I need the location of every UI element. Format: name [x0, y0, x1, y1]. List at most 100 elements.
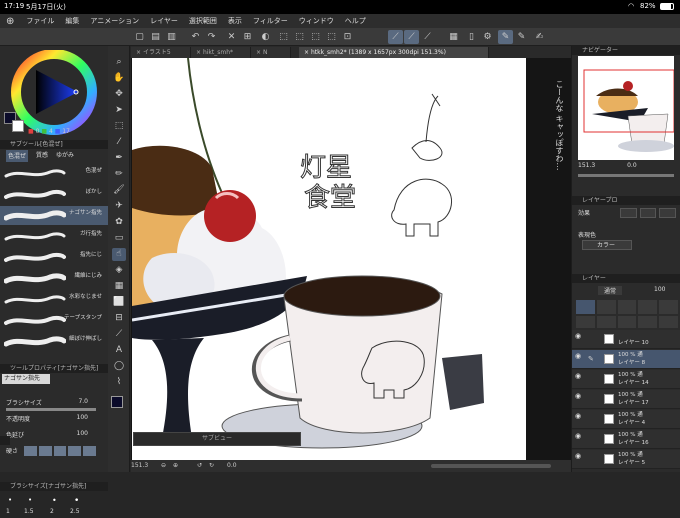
mask-icon[interactable] — [638, 300, 658, 314]
text-tool-icon[interactable]: A — [112, 344, 126, 357]
brush-preset-dot[interactable]: • — [74, 496, 79, 506]
new-vector-icon[interactable] — [596, 316, 616, 328]
menu-window[interactable]: ウィンドウ — [299, 16, 334, 26]
brush-item[interactable]: 色混ぜ — [0, 164, 108, 183]
transform-icon[interactable]: ⊞ — [240, 30, 255, 44]
brush-size-preset-2[interactable]: 1.5 — [24, 508, 34, 515]
figure-tool-icon[interactable]: ⬜ — [112, 296, 126, 309]
pencil-tool-icon[interactable]: ✏ — [112, 168, 126, 181]
brush-item[interactable]: ぼかし — [0, 185, 108, 204]
brush-item[interactable]: 指先にじ — [0, 248, 108, 267]
tab-htkk-smh2[interactable]: × htkk_smh2* (1389 x 1657px 300dpi 151.3… — [299, 47, 489, 58]
smartphone-icon[interactable]: ▯ — [464, 30, 479, 44]
tool-main-color[interactable] — [111, 396, 123, 408]
deselect-icon[interactable]: ⬚ — [276, 30, 291, 44]
menu-edit[interactable]: 編集 — [65, 16, 79, 26]
brush-size-slider[interactable] — [6, 408, 96, 411]
brush-tool-icon[interactable]: 🖌 — [112, 184, 126, 197]
delete-layer-icon[interactable] — [659, 316, 678, 328]
eye-icon[interactable]: ◉ — [575, 353, 583, 360]
fill-icon[interactable]: ◐ — [258, 30, 273, 44]
new-layer-icon[interactable] — [576, 300, 595, 314]
crop-icon[interactable]: ⊡ — [340, 30, 355, 44]
correct-line-tool-icon[interactable]: ⌇ — [112, 376, 126, 389]
menu-help[interactable]: ヘルプ — [345, 16, 366, 26]
layer-opacity-value[interactable]: 100 — [654, 286, 665, 293]
rotate-right-icon[interactable]: ↻ — [209, 462, 214, 469]
pen-tool-icon[interactable]: ✒ — [112, 152, 126, 165]
decoration-tool-icon[interactable]: ✿ — [112, 216, 126, 229]
balloon-tool-icon[interactable]: ◯ — [112, 360, 126, 373]
canvas-paper[interactable]: 灯星 食堂 — [132, 58, 526, 460]
expand-selection-icon[interactable]: ⬚ — [308, 30, 323, 44]
hardness-selector[interactable] — [24, 446, 96, 456]
clip-icon[interactable] — [596, 300, 616, 314]
tab-n[interactable]: × N — [251, 47, 291, 58]
fill-tool-icon[interactable]: ◈ — [112, 264, 126, 277]
zoom-value[interactable]: 151.3 — [131, 462, 148, 469]
navigator-preview[interactable] — [578, 56, 674, 160]
layer-row[interactable]: ◉ 100 % 通レイヤー 17 — [572, 390, 680, 409]
save-icon[interactable]: ▥ — [164, 30, 179, 44]
rotate-left-icon[interactable]: ↺ — [197, 462, 202, 469]
pen-pressure-icon[interactable]: ✎ — [498, 30, 513, 44]
close-icon[interactable]: × — [304, 49, 311, 56]
merge-down-icon[interactable] — [638, 316, 658, 328]
brush-item[interactable]: ナゴサン指先 — [0, 206, 108, 225]
navigator-angle[interactable]: 0.0 — [627, 162, 637, 169]
airbrush-tool-icon[interactable]: ✈ — [112, 200, 126, 213]
clear-icon[interactable]: ✕ — [224, 30, 239, 44]
blend-tool-icon[interactable]: ☝ — [112, 248, 126, 261]
lock-icon[interactable] — [617, 300, 637, 314]
menu-file[interactable]: ファイル — [26, 16, 54, 26]
navigator-zoom-slider[interactable] — [578, 174, 674, 177]
ruler-tool-icon[interactable]: ⟋ — [112, 328, 126, 341]
close-icon[interactable]: × — [196, 49, 203, 56]
display-color-select[interactable]: カラー — [582, 240, 632, 250]
brush-item[interactable]: 細ぼけ伸ばし — [0, 332, 108, 351]
menu-animation[interactable]: アニメーション — [90, 16, 139, 26]
settings-icon[interactable]: ⚙ — [480, 30, 495, 44]
layer-row[interactable]: ◉ ✎ 100 % 通レイヤー 8 — [572, 350, 680, 369]
new-folder-icon[interactable] — [617, 316, 637, 328]
menu-selection[interactable]: 選択範囲 — [189, 16, 217, 26]
zoom-tool-icon[interactable]: ⌕ — [112, 56, 126, 69]
frame-tool-icon[interactable]: ⊟ — [112, 312, 126, 325]
eraser-tool-icon[interactable]: ▭ — [112, 232, 126, 245]
navigator-zoom[interactable]: 151.3 — [578, 162, 595, 169]
layer-row[interactable]: ◉ 100 % 通レイヤー 4 — [572, 410, 680, 429]
close-icon[interactable]: × — [256, 49, 263, 56]
layer-row[interactable]: ◉ 100 % 通レイヤー 16 — [572, 430, 680, 449]
eye-icon[interactable]: ◉ — [575, 393, 583, 400]
hand-tool-icon[interactable]: ✋ — [112, 72, 126, 85]
selection-tool-icon[interactable]: ⬚ — [112, 120, 126, 133]
grid-snap-icon[interactable]: ⟋ — [420, 30, 435, 44]
brush-preset-dot[interactable]: • — [28, 496, 32, 504]
redo-icon[interactable]: ↷ — [204, 30, 219, 44]
brush-item[interactable]: 繊維にじみ — [0, 269, 108, 288]
special-ruler-snap-icon[interactable]: ⟋ — [404, 30, 419, 44]
new-canvas-icon[interactable]: ▢ — [132, 30, 147, 44]
layer-row[interactable]: ◉ 100 % 通レイヤー 5 — [572, 450, 680, 469]
move-tool-icon[interactable]: ✥ — [112, 88, 126, 101]
horizontal-scrollbar[interactable] — [431, 464, 551, 468]
angle-value[interactable]: 0.0 — [227, 462, 237, 469]
eye-icon[interactable]: ◉ — [575, 373, 583, 380]
eye-icon[interactable]: ◉ — [575, 413, 583, 420]
layer-menu-icon[interactable] — [659, 300, 678, 314]
layer-row[interactable]: ◉ 100 % 通レイヤー 14 — [572, 370, 680, 389]
layer-row[interactable]: ◉ レイヤー 10 — [572, 330, 680, 349]
color-stretch-row[interactable]: 色延び 100 — [6, 430, 102, 439]
brush-preset-dot[interactable]: • — [8, 496, 12, 504]
undo-icon[interactable]: ↶ — [188, 30, 203, 44]
brush-size-preset-4[interactable]: 2.5 — [70, 508, 80, 515]
eye-icon[interactable]: ◉ — [575, 453, 583, 460]
ruler-snap-icon[interactable]: ⟋ — [388, 30, 403, 44]
menu-view[interactable]: 表示 — [228, 16, 242, 26]
text-edit-icon[interactable]: ✎ — [514, 30, 529, 44]
brush-item[interactable]: ガ行指先 — [0, 227, 108, 246]
effect-border-icon[interactable] — [620, 208, 637, 218]
brush-preset-dot[interactable]: • — [52, 496, 57, 505]
shrink-selection-icon[interactable]: ⬚ — [324, 30, 339, 44]
close-icon[interactable]: × — [136, 49, 143, 56]
